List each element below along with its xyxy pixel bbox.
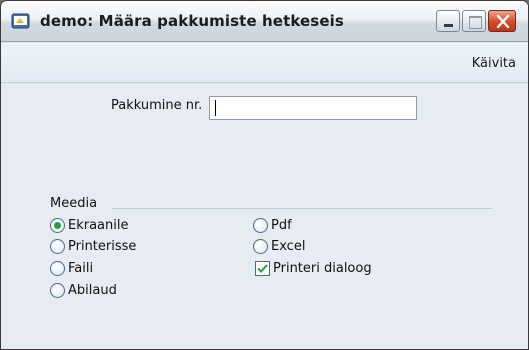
app-icon <box>11 12 31 30</box>
offer-number-label: Pakkumine nr. <box>111 98 203 113</box>
radio-selected-icon <box>50 218 65 233</box>
close-button[interactable] <box>488 10 516 32</box>
media-group-title: Meedia <box>50 196 98 211</box>
radio-unselected-icon <box>253 218 268 233</box>
radio-faili-label: Faili <box>68 261 94 276</box>
text-caret <box>215 100 216 116</box>
radio-printerisse[interactable]: Printerisse <box>50 239 136 254</box>
title-bar[interactable]: demo: Määra pakkumiste hetkeseis <box>1 1 528 42</box>
minimize-button[interactable] <box>436 10 460 32</box>
radio-pdf-label: Pdf <box>271 218 292 233</box>
radio-unselected-icon <box>253 239 268 254</box>
form-body: Pakkumine nr. Meedia Ekraanile Printeris… <box>1 84 528 349</box>
radio-ekraanile-label: Ekraanile <box>68 218 129 233</box>
media-group-divider <box>112 208 492 209</box>
radio-excel[interactable]: Excel <box>253 239 305 254</box>
radio-unselected-icon <box>50 283 65 298</box>
window-title: demo: Määra pakkumiste hetkeseis <box>40 12 344 30</box>
run-menu-item[interactable]: Käivita <box>472 56 516 71</box>
radio-unselected-icon <box>50 261 65 276</box>
menu-bar: Käivita <box>1 43 528 83</box>
radio-pdf[interactable]: Pdf <box>253 218 292 233</box>
checkbox-checked-icon <box>255 261 270 276</box>
radio-unselected-icon <box>50 239 65 254</box>
radio-abilaud-label: Abilaud <box>68 283 117 298</box>
radio-abilaud[interactable]: Abilaud <box>50 283 117 298</box>
radio-printerisse-label: Printerisse <box>68 239 137 254</box>
maximize-button[interactable] <box>462 10 486 32</box>
close-icon <box>496 15 510 28</box>
printer-dialog-label: Printeri dialoog <box>273 261 372 276</box>
radio-faili[interactable]: Faili <box>50 261 93 276</box>
radio-ekraanile[interactable]: Ekraanile <box>50 218 128 233</box>
printer-dialog-checkbox[interactable]: Printeri dialoog <box>255 261 372 276</box>
radio-excel-label: Excel <box>271 239 306 254</box>
dialog-window: demo: Määra pakkumiste hetkeseis Käivita… <box>0 0 529 350</box>
offer-number-input[interactable] <box>209 96 417 120</box>
